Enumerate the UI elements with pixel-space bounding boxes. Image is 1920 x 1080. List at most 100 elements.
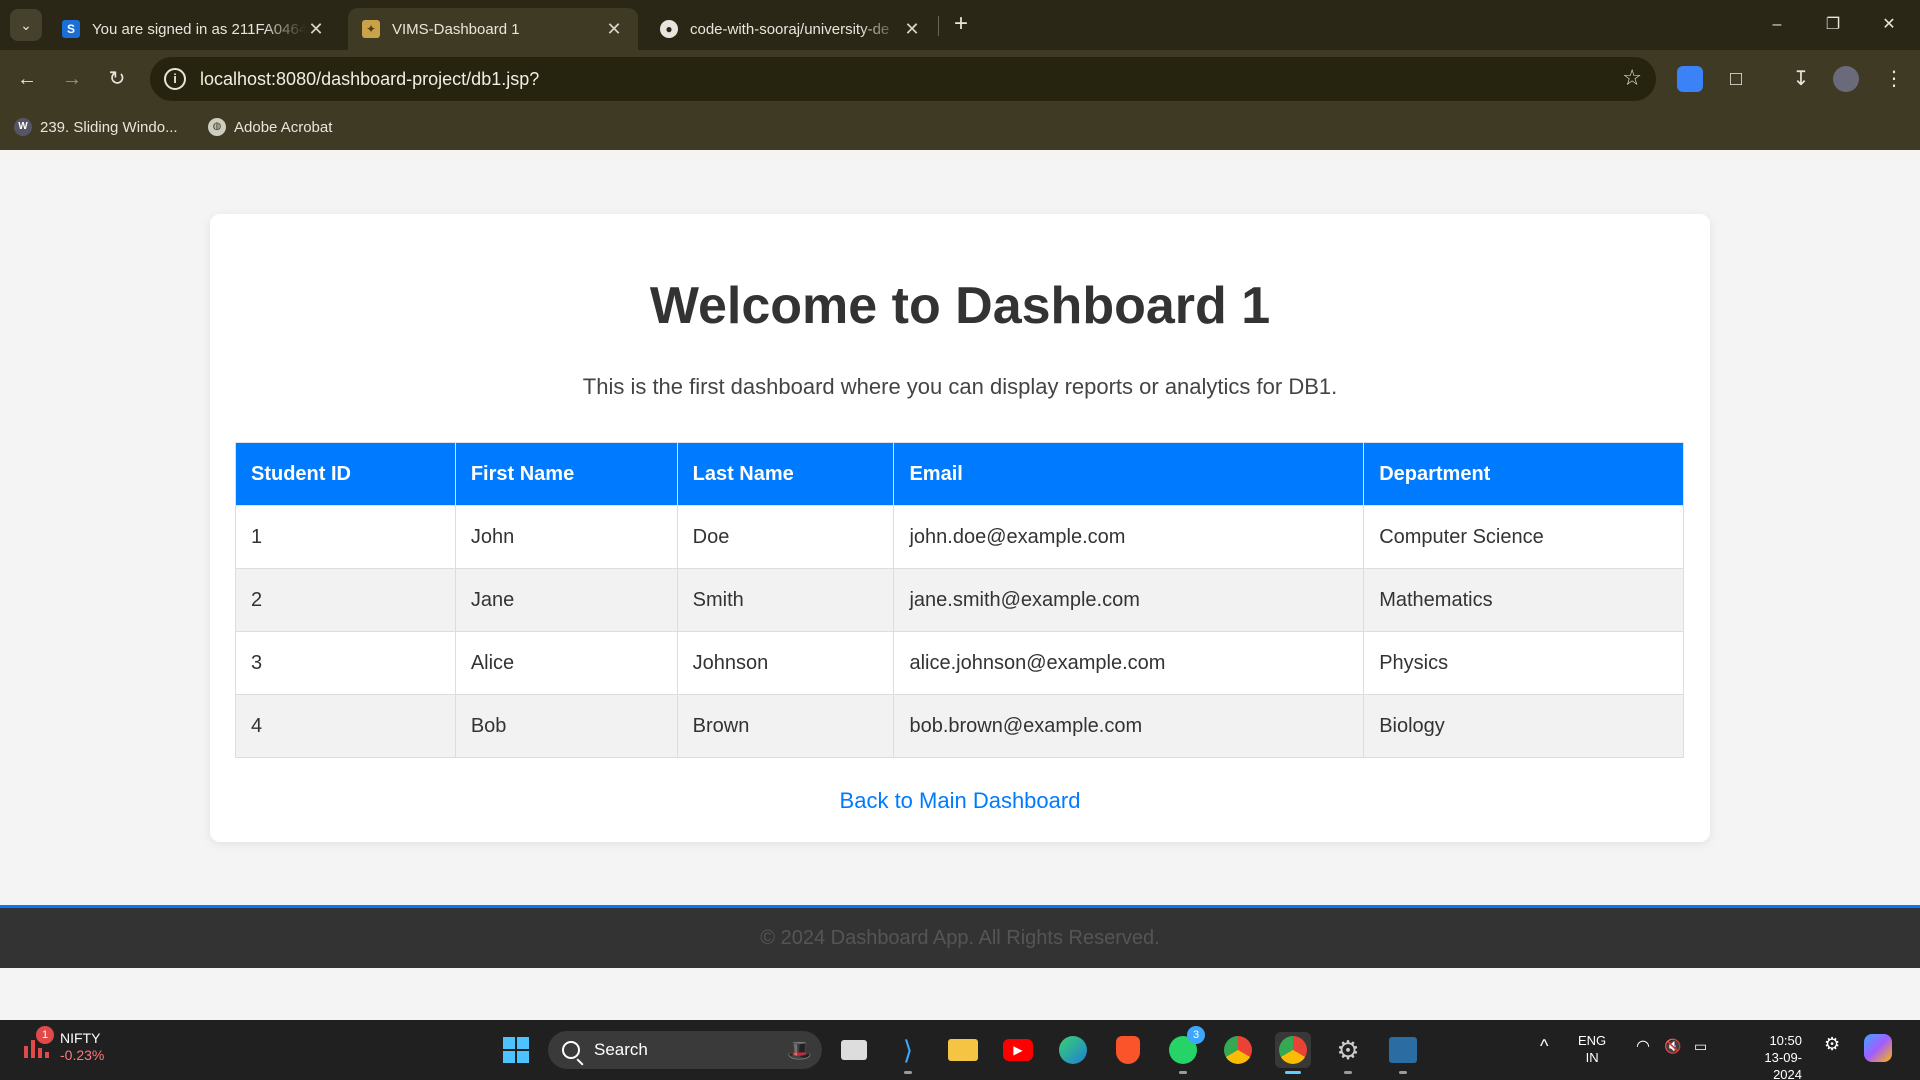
bookmark-star-icon[interactable]: ☆ [1622, 65, 1642, 91]
start-button[interactable] [498, 1032, 534, 1068]
close-icon[interactable]: ✕ [604, 19, 624, 40]
back-to-main-dashboard-link[interactable]: Back to Main Dashboard [210, 788, 1710, 814]
taskbar-chrome[interactable] [1220, 1032, 1256, 1068]
page-viewport: Welcome to Dashboard 1 This is the first… [0, 150, 1920, 1020]
close-icon[interactable]: ✕ [902, 19, 922, 40]
download-icon[interactable]: ↧ [1786, 64, 1816, 94]
cell-last-name: Doe [676, 505, 895, 569]
whatsapp-badge: 3 [1187, 1026, 1205, 1044]
chevron-up-icon[interactable]: ^ [1540, 1037, 1548, 1055]
chevron-down-icon: ⌄ [20, 16, 32, 33]
taskbar-file-explorer[interactable] [945, 1032, 981, 1068]
header-department: Department [1363, 442, 1684, 506]
clock-time: 10:50 [1769, 1033, 1802, 1048]
stock-change: -0.23% [60, 1047, 105, 1063]
tab-search-button[interactable]: ⌄ [10, 9, 42, 41]
header-last-name: Last Name [676, 442, 895, 506]
cell-student-id: 2 [235, 568, 456, 632]
minimize-button[interactable]: – [1754, 10, 1800, 40]
menu-icon[interactable]: ⋮ [1879, 64, 1909, 94]
page-footer: © 2024 Dashboard App. All Rights Reserve… [0, 905, 1920, 968]
forward-button[interactable]: → [57, 64, 87, 94]
header-email: Email [893, 442, 1365, 506]
edge-icon [1059, 1036, 1087, 1064]
clock-date: 13-09-2024 [1764, 1050, 1802, 1080]
tab-title: You are signed in as 211FA0464 [92, 20, 306, 38]
cell-first-name: Alice [454, 631, 678, 695]
avatar[interactable] [1833, 66, 1859, 92]
tab-title: code-with-sooraj/university-de [690, 20, 890, 38]
taskbar-youtube[interactable]: ▶ [1000, 1032, 1036, 1068]
volume-muted-icon[interactable]: 🔇 [1664, 1038, 1681, 1055]
browser-tab-3[interactable]: ● code-with-sooraj/university-de ✕ [646, 8, 936, 50]
task-view-button[interactable] [836, 1032, 872, 1068]
language-indicator[interactable]: ENG IN [1578, 1032, 1606, 1066]
cell-first-name: Jane [454, 568, 678, 632]
taskbar-settings[interactable]: ⚙ [1330, 1032, 1366, 1074]
table-row: 3 Alice Johnson alice.johnson@example.co… [235, 631, 1684, 695]
taskbar-vscode[interactable]: ⟩ [890, 1032, 926, 1074]
cell-student-id: 1 [235, 505, 456, 569]
cell-department: Mathematics [1363, 568, 1684, 632]
dashboard-card: Welcome to Dashboard 1 This is the first… [210, 214, 1710, 842]
bookmark-adobe-acrobat[interactable]: ◍ Adobe Acrobat [208, 118, 332, 136]
restore-button[interactable]: ❐ [1810, 10, 1856, 40]
youtube-icon: ▶ [1003, 1039, 1033, 1061]
taskbar-brave[interactable] [1110, 1032, 1146, 1068]
cell-department: Computer Science [1363, 505, 1684, 569]
wifi-icon[interactable]: ◠ [1636, 1038, 1650, 1055]
copilot-icon[interactable] [1864, 1034, 1892, 1062]
puzzle-icon[interactable]: □ [1721, 64, 1751, 94]
cell-email: jane.smith@example.com [893, 568, 1365, 632]
page-subtitle: This is the first dashboard where you ca… [582, 374, 1338, 399]
notification-gear-icon[interactable]: ⚙ [1824, 1035, 1840, 1053]
bookmark-sliding-window[interactable]: W 239. Sliding Windo... [14, 118, 178, 136]
extension-icon[interactable] [1677, 66, 1703, 92]
taskbar-edge[interactable] [1055, 1032, 1091, 1068]
new-tab-button[interactable]: + [948, 12, 974, 38]
taskbar-search[interactable]: Search 🎩 [548, 1031, 822, 1069]
search-highlight-icon: 🎩 [787, 1039, 812, 1062]
windows-icon [503, 1037, 529, 1063]
cell-last-name: Brown [676, 694, 895, 758]
gear-icon: ⚙ [1336, 1034, 1360, 1065]
students-table: Student ID First Name Last Name Email De… [235, 442, 1684, 758]
close-icon[interactable]: ✕ [306, 19, 326, 40]
taskbar-chrome-active[interactable] [1275, 1032, 1311, 1074]
address-bar[interactable]: i localhost:8080/dashboard-project/db1.j… [150, 57, 1656, 101]
site-info-icon[interactable]: i [164, 68, 186, 90]
cell-email: john.doe@example.com [893, 505, 1365, 569]
url-text[interactable]: localhost:8080/dashboard-project/db1.jsp… [200, 69, 539, 90]
cell-last-name: Smith [676, 568, 895, 632]
window-close-button[interactable]: ✕ [1866, 10, 1912, 40]
header-first-name: First Name [454, 442, 678, 506]
app-icon [1389, 1037, 1417, 1063]
windows-taskbar: 1 NIFTY -0.23% Search 🎩 ⟩ ▶ 3 ⚙ ^ ENG IN… [0, 1020, 1920, 1080]
cell-department: Biology [1363, 694, 1684, 758]
cell-student-id: 3 [235, 631, 456, 695]
cell-last-name: Johnson [676, 631, 895, 695]
cell-student-id: 4 [235, 694, 456, 758]
s-icon: S [62, 20, 80, 38]
taskbar-app[interactable] [1385, 1032, 1421, 1074]
header-student-id: Student ID [235, 442, 456, 506]
table-header-row: Student ID First Name Last Name Email De… [235, 442, 1684, 506]
browser-tab-2-active[interactable]: ✦ VIMS-Dashboard 1 ✕ [348, 8, 638, 50]
clock[interactable]: 10:50 13-09-2024 [1736, 1032, 1802, 1080]
bookmark-label: Adobe Acrobat [234, 118, 333, 136]
browser-tab-1[interactable]: S You are signed in as 211FA0464 ✕ [48, 8, 340, 50]
brave-icon [1116, 1036, 1140, 1064]
taskbar-whatsapp[interactable]: 3 [1165, 1026, 1205, 1074]
stock-name: NIFTY [60, 1030, 101, 1046]
language-line2: IN [1585, 1050, 1599, 1065]
table-row: 1 John Doe john.doe@example.com Computer… [235, 505, 1684, 569]
github-icon: ● [660, 20, 678, 38]
tab-title: VIMS-Dashboard 1 [392, 20, 520, 38]
bookmarks-bar: W 239. Sliding Windo... ◍ Adobe Acrobat [0, 108, 1920, 150]
cell-first-name: Bob [454, 694, 678, 758]
back-button[interactable]: ← [12, 64, 42, 94]
reload-button[interactable]: ↻ [102, 64, 132, 94]
stock-widget[interactable]: 1 NIFTY -0.23% [22, 1026, 105, 1064]
battery-icon[interactable]: ▭ [1694, 1038, 1707, 1055]
cell-email: bob.brown@example.com [893, 694, 1365, 758]
